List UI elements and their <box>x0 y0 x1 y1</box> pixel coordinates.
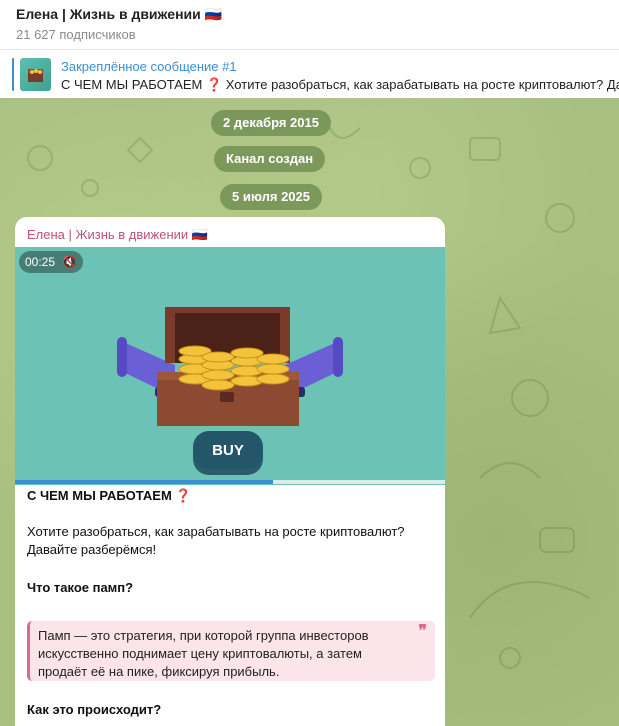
quote-line-2: искусственно поднимает цену криптовалюты… <box>38 646 362 661</box>
quote-block: Памп — это стратегия, при которой группа… <box>27 621 435 681</box>
pin-thumbnail <box>20 58 51 91</box>
video-time: 00:25 <box>25 255 56 269</box>
video-timer[interactable]: 00:25 🔇 <box>19 251 84 273</box>
post-heading: С ЧЕМ МЫ РАБОТАЕМ ❓ <box>27 488 192 503</box>
post-question-2: Как это происходит? <box>27 702 162 717</box>
channel-post[interactable]: Елена | Жизнь в движении 🇷🇺 00:25 🔇 BUY … <box>15 217 445 726</box>
quote-icon: ❞ <box>418 623 427 640</box>
post-line-2: Давайте разберёмся! <box>27 542 157 557</box>
date-pill-created: 2 декабря 2015 <box>211 110 331 136</box>
channel-title[interactable]: Елена | Жизнь в движении 🇷🇺 <box>16 6 222 23</box>
post-author[interactable]: Елена | Жизнь в движении 🇷🇺 <box>27 227 208 243</box>
video-progress[interactable] <box>15 480 445 484</box>
channel-header[interactable]: Елена | Жизнь в движении 🇷🇺 21 627 подпи… <box>0 0 619 50</box>
mute-icon[interactable]: 🔇 <box>62 255 77 269</box>
post-question-1: Что такое памп? <box>27 580 134 595</box>
quote-line-1: Памп — это стратегия, при которой группа… <box>38 628 369 643</box>
subscriber-count: 21 627 подписчиков <box>16 27 136 42</box>
buy-button[interactable]: BUY <box>193 433 263 469</box>
video-player[interactable]: 00:25 🔇 BUY <box>15 247 445 485</box>
pinned-label[interactable]: Закреплённое сообщение #1 <box>61 59 237 74</box>
date-pill-message: 5 июля 2025 <box>220 184 322 210</box>
quote-line-3: продаёт её на пике, фиксируя прибыль. <box>38 664 280 679</box>
pinned-indicator <box>12 58 14 91</box>
service-channel-created: Канал создан <box>214 146 326 172</box>
pinned-message-bar[interactable]: Закреплённое сообщение #1 С ЧЕМ МЫ РАБОТ… <box>0 51 619 98</box>
pinned-text[interactable]: С ЧЕМ МЫ РАБОТАЕМ ❓ Хотите разобраться, … <box>61 77 619 93</box>
post-line-1: Хотите разобраться, как зарабатывать на … <box>27 524 405 539</box>
